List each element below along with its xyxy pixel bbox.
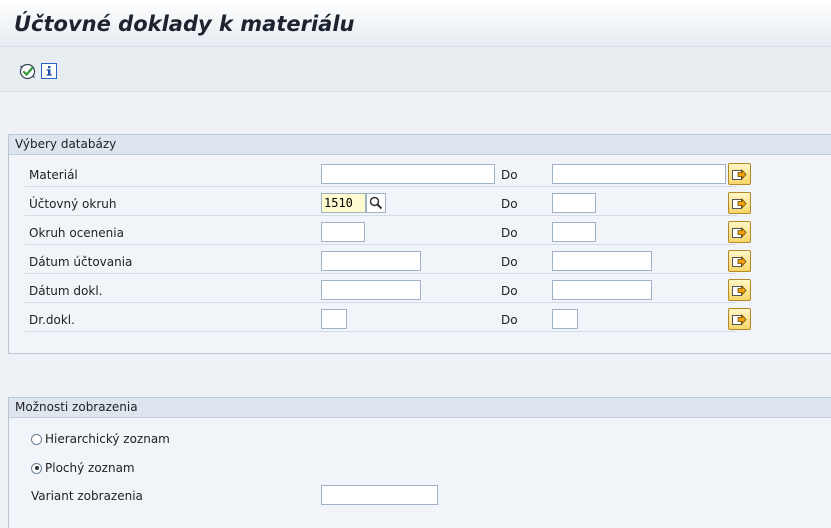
row-document-type: Dr.dokl. Do — [25, 309, 737, 332]
document-type-to-input[interactable] — [552, 309, 578, 329]
arrow-right-icon — [732, 226, 747, 238]
radio-flat-list[interactable]: Plochý zoznam — [31, 457, 135, 479]
material-to-input[interactable] — [552, 164, 726, 184]
document-date-from-input[interactable] — [321, 280, 421, 300]
company-code-to-input[interactable] — [552, 193, 596, 213]
label-document-date: Dátum dokl. — [29, 284, 103, 298]
radio-hierarchical-label: Hierarchický zoznam — [45, 432, 170, 446]
posting-date-from-input[interactable] — [321, 251, 421, 271]
info-icon — [41, 63, 57, 79]
company-code-from-input[interactable] — [321, 193, 366, 213]
to-label: Do — [501, 313, 518, 327]
execute-icon — [19, 63, 35, 79]
label-display-variant: Variant zobrazenia — [31, 489, 143, 503]
db-selection-title: Výbery databázy — [9, 135, 831, 155]
display-variant-input[interactable] — [321, 485, 438, 505]
multiple-selection-button-document-type[interactable] — [728, 308, 751, 330]
label-company-code: Účtovný okruh — [29, 197, 117, 211]
material-from-input[interactable] — [321, 164, 495, 184]
document-date-to-input[interactable] — [552, 280, 652, 300]
to-label: Do — [501, 284, 518, 298]
label-document-type: Dr.dokl. — [29, 313, 75, 327]
row-posting-date: Dátum účtovania Do — [25, 251, 737, 274]
row-company-code: Účtovný okruh Do — [25, 193, 737, 216]
multiple-selection-button-valuation-area[interactable] — [728, 221, 751, 243]
radio-flat-label: Plochý zoznam — [45, 461, 135, 475]
radio-flat-circle[interactable] — [31, 462, 42, 474]
label-posting-date: Dátum účtovania — [29, 255, 133, 269]
row-valuation-area: Okruh ocenenia Do — [25, 222, 737, 245]
display-options-title: Možnosti zobrazenia — [9, 398, 831, 418]
db-selection-group: Výbery databázy Materiál Do Účtovný okru… — [8, 134, 831, 354]
application-toolbar — [0, 47, 831, 92]
arrow-right-icon — [732, 255, 747, 267]
row-material: Materiál Do — [25, 164, 737, 187]
value-help-button[interactable] — [366, 193, 386, 213]
arrow-right-icon — [732, 313, 747, 325]
arrow-right-icon — [732, 284, 747, 296]
document-type-from-input[interactable] — [321, 309, 347, 329]
page-title: Účtovné doklady k materiálu — [14, 12, 355, 36]
arrow-right-icon — [732, 197, 747, 209]
row-display-variant: Variant zobrazenia — [25, 485, 737, 507]
info-button[interactable] — [40, 62, 58, 80]
valuation-area-to-input[interactable] — [552, 222, 596, 242]
multiple-selection-button-company-code[interactable] — [728, 192, 751, 214]
multiple-selection-button-posting-date[interactable] — [728, 250, 751, 272]
multiple-selection-button-document-date[interactable] — [728, 279, 751, 301]
posting-date-to-input[interactable] — [552, 251, 652, 271]
multiple-selection-button-material[interactable] — [728, 163, 751, 185]
to-label: Do — [501, 197, 518, 211]
label-material: Materiál — [29, 168, 78, 182]
title-bar: Účtovné doklady k materiálu — [0, 0, 831, 47]
to-label: Do — [501, 226, 518, 240]
execute-button[interactable] — [18, 62, 36, 80]
valuation-area-from-input[interactable] — [321, 222, 365, 242]
label-valuation-area: Okruh ocenenia — [29, 226, 124, 240]
to-label: Do — [501, 168, 518, 182]
search-icon — [369, 196, 383, 210]
radio-hierarchical-circle[interactable] — [31, 433, 42, 445]
display-options-group: Možnosti zobrazenia Hierarchický zoznam … — [8, 397, 831, 528]
to-label: Do — [501, 255, 518, 269]
row-document-date: Dátum dokl. Do — [25, 280, 737, 303]
radio-hierarchical-list[interactable]: Hierarchický zoznam — [31, 428, 170, 450]
arrow-right-icon — [732, 168, 747, 180]
